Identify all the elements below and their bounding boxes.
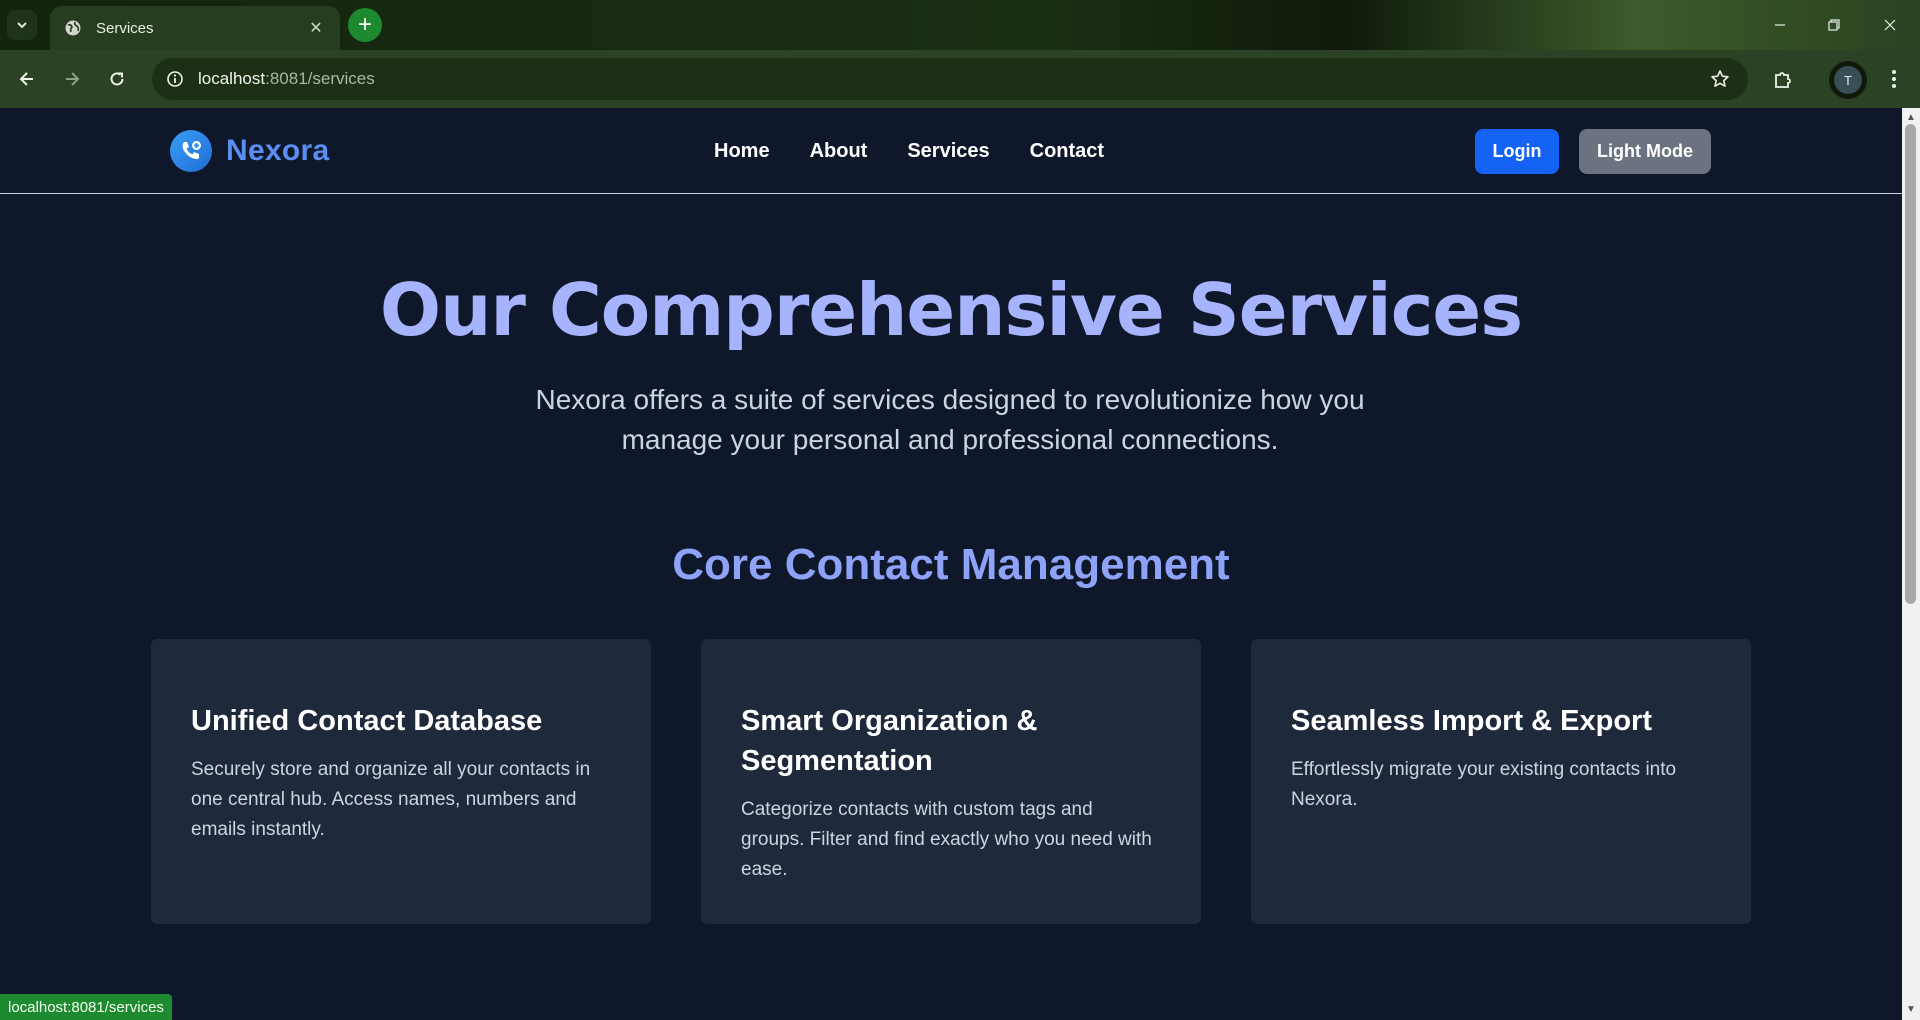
reload-icon xyxy=(110,72,124,86)
phone-plus-icon xyxy=(170,130,212,172)
profile-initial: T xyxy=(1834,66,1862,94)
browser-menu-button[interactable] xyxy=(1877,62,1911,96)
card-text: Effortlessly migrate your existing conta… xyxy=(1291,759,1677,810)
new-tab-button[interactable]: + xyxy=(348,8,382,42)
tab-search-button[interactable] xyxy=(7,10,37,40)
minimize-button[interactable] xyxy=(1752,0,1808,50)
chevron-down-icon xyxy=(17,22,27,29)
brand[interactable]: Nexora xyxy=(170,130,330,172)
nav-link-about[interactable]: About xyxy=(810,140,868,163)
login-button[interactable]: Login xyxy=(1475,129,1559,174)
nav-link-services[interactable]: Services xyxy=(907,140,989,163)
back-button[interactable] xyxy=(10,62,44,96)
nav-link-contact[interactable]: Contact xyxy=(1030,140,1104,163)
link-status-bar: localhost:8081/services xyxy=(0,994,172,1020)
close-window-button[interactable] xyxy=(1862,0,1918,50)
browser-tab-services[interactable]: Services ✕ xyxy=(50,6,340,50)
section-title: Core Contact Management xyxy=(672,540,1230,589)
light-mode-toggle-button[interactable]: Light Mode xyxy=(1579,129,1711,174)
globe-icon xyxy=(64,19,82,37)
tab-close-icon[interactable]: ✕ xyxy=(306,18,326,38)
card-text: Securely store and organize all your con… xyxy=(191,759,591,840)
page-viewport: Nexora Home About Services Contact Login… xyxy=(0,108,1902,1020)
arrow-right-icon xyxy=(66,72,80,86)
card-title: Unified Contact Database xyxy=(191,705,543,737)
service-card-import-export: Seamless Import & Export Effortlessly mi… xyxy=(1251,639,1751,924)
scroll-down-arrow-icon[interactable]: ▼ xyxy=(1905,1004,1917,1016)
kebab-menu-icon xyxy=(1892,70,1896,88)
bookmark-star-icon[interactable] xyxy=(1708,67,1732,91)
reload-button[interactable] xyxy=(100,62,134,96)
arrow-left-icon xyxy=(19,72,33,86)
extensions-button[interactable] xyxy=(1766,62,1800,96)
card-title: Seamless Import & Export xyxy=(1291,705,1652,737)
service-card-unified-database: Unified Contact Database Securely store … xyxy=(151,639,651,924)
url-path: :8081/services xyxy=(265,69,375,88)
page-title: Our Comprehensive Services xyxy=(379,268,1523,352)
service-card-smart-organization: Smart Organization & Segmentation Catego… xyxy=(701,639,1201,924)
address-bar[interactable]: localhost:8081/services xyxy=(152,58,1748,100)
brand-name: Nexora xyxy=(226,134,330,167)
restore-button[interactable] xyxy=(1806,0,1862,50)
site-info-icon[interactable] xyxy=(164,68,186,90)
card-title: Smart Organization & Segmentation xyxy=(741,705,1038,777)
nav-link-home[interactable]: Home xyxy=(714,140,770,163)
url-host: localhost xyxy=(198,69,266,88)
tab-title: Services xyxy=(96,19,154,37)
puzzle-icon xyxy=(1775,72,1791,88)
scroll-up-arrow-icon[interactable]: ▲ xyxy=(1905,112,1917,124)
page-scrollbar-thumb[interactable] xyxy=(1905,124,1916,604)
forward-button[interactable] xyxy=(55,62,89,96)
page-subtitle: Nexora offers a suite of services design… xyxy=(535,384,1365,455)
site-navbar: Nexora Home About Services Contact Login… xyxy=(0,108,1902,194)
profile-avatar[interactable]: T xyxy=(1829,61,1867,99)
browser-tabstrip: Services ✕ + xyxy=(0,0,1920,50)
browser-toolbar: localhost:8081/services T xyxy=(0,50,1920,108)
card-text: Categorize contacts with custom tags and… xyxy=(741,799,1152,880)
main-nav: Home About Services Contact xyxy=(714,108,1144,194)
